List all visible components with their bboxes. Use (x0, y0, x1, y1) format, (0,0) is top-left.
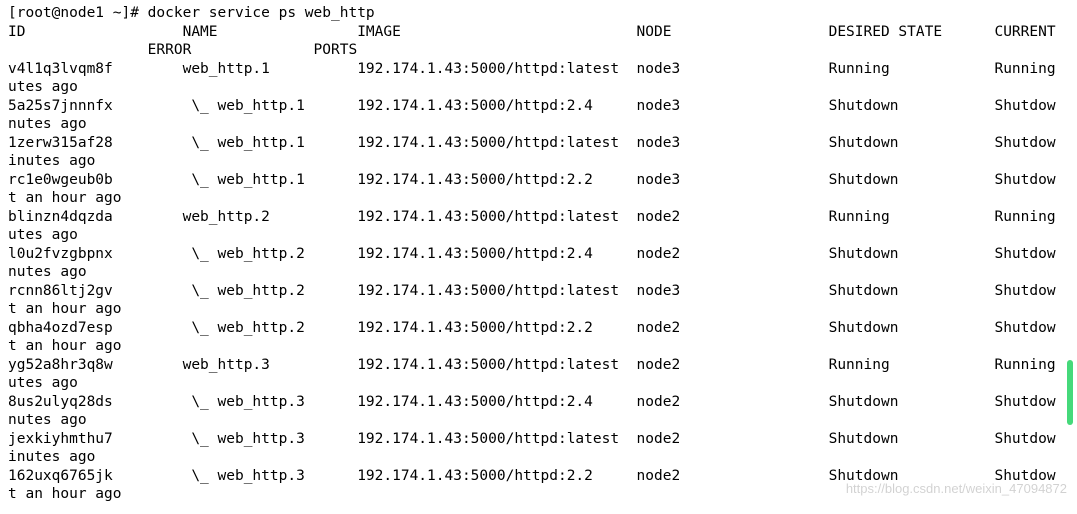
terminal-output: [root@node1 ~]# docker service ps web_ht… (0, 0, 1077, 508)
scrollbar-thumb[interactable] (1067, 360, 1073, 425)
